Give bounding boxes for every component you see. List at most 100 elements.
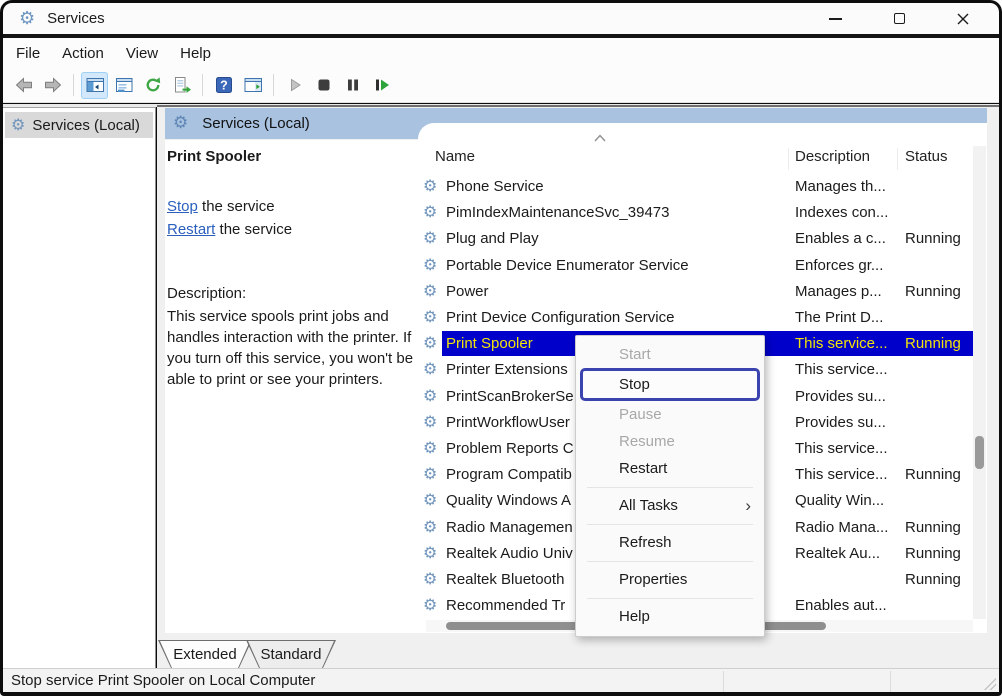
service-gear-icon: ⚙: [423, 519, 437, 535]
selected-service-title: Print Spooler: [167, 148, 261, 165]
column-header-name[interactable]: Name: [435, 148, 475, 165]
toolbar-show-hide-action-pane-button[interactable]: [239, 72, 266, 99]
service-gear-icon: ⚙: [423, 414, 437, 430]
context-menu-item-properties[interactable]: Properties: [576, 566, 764, 593]
show-hide-console-tree-icon: [85, 75, 105, 95]
toolbar-help-button[interactable]: ?: [210, 72, 237, 99]
back-icon: [14, 75, 34, 95]
service-row-pimindexmaintenancesvc-39473[interactable]: ⚙PimIndexMaintenanceSvc_39473Indexes con…: [418, 200, 973, 226]
sort-ascending-icon: [593, 134, 607, 142]
close-button[interactable]: [943, 3, 983, 34]
context-menu-separator: [587, 598, 753, 599]
services-app-icon: ⚙: [19, 10, 35, 28]
service-row-phone-service[interactable]: ⚙Phone ServiceManages th...: [418, 174, 973, 200]
context-menu-separator: [587, 524, 753, 525]
context-menu-item-pause[interactable]: Pause: [576, 401, 764, 428]
service-name: PimIndexMaintenanceSvc_39473: [446, 204, 669, 221]
tab-extended[interactable]: Extended: [158, 640, 252, 668]
forward-icon: [43, 75, 63, 95]
service-gear-icon: ⚙: [423, 335, 437, 351]
service-gear-icon: ⚙: [423, 283, 437, 299]
context-menu-item-refresh[interactable]: Refresh: [576, 529, 764, 556]
menu-bar: FileActionViewHelp: [3, 38, 999, 68]
service-name: Recommended Tr: [446, 597, 565, 614]
services-header-icon: ⚙: [173, 115, 188, 132]
restart-service-link[interactable]: Restart: [167, 221, 215, 238]
column-header-description[interactable]: Description: [795, 148, 870, 165]
menu-action[interactable]: Action: [51, 45, 115, 62]
properties-icon: [114, 75, 134, 95]
vertical-scrollbar-thumb[interactable]: [975, 436, 984, 469]
show-hide-action-pane-icon: [243, 75, 263, 95]
tree-item-label: Services (Local): [32, 117, 140, 134]
toolbar-back-button[interactable]: [10, 72, 37, 99]
minimize-button[interactable]: [815, 3, 855, 34]
vertical-scrollbar[interactable]: [973, 146, 986, 619]
service-description: The Print D...: [795, 309, 883, 326]
service-name: Print Spooler: [446, 335, 533, 352]
toolbar-pause-service-button[interactable]: [339, 72, 366, 99]
service-row-portable-device-enumerator-service[interactable]: ⚙Portable Device Enumerator ServiceEnfor…: [418, 253, 973, 279]
console-tree-panel: ⚙ Services (Local): [3, 107, 156, 668]
context-menu-item-label: All Tasks: [619, 497, 678, 514]
service-status: Running: [905, 466, 961, 483]
service-gear-icon: ⚙: [423, 571, 437, 587]
toolbar-stop-service-button[interactable]: [310, 72, 337, 99]
toolbar-export-list-button[interactable]: [168, 72, 195, 99]
service-name: Quality Windows A: [446, 492, 571, 509]
toolbar-properties-button[interactable]: [110, 72, 137, 99]
context-menu-item-all-tasks[interactable]: All Tasks›: [576, 492, 764, 519]
menu-view[interactable]: View: [115, 45, 169, 62]
service-row-plug-and-play[interactable]: ⚙Plug and PlayEnables a c...Running: [418, 226, 973, 252]
context-menu-item-start[interactable]: Start: [576, 341, 764, 368]
toolbar-forward-button[interactable]: [39, 72, 66, 99]
context-menu-item-resume[interactable]: Resume: [576, 428, 764, 455]
status-bar: Stop service Print Spooler on Local Comp…: [3, 668, 999, 692]
context-menu-item-restart[interactable]: Restart: [576, 455, 764, 482]
resize-grip[interactable]: [984, 678, 996, 690]
status-bar-divider: [723, 671, 724, 692]
window-title: Services: [47, 10, 105, 27]
service-description: Realtek Au...: [795, 545, 880, 562]
service-description-pane: Print Spooler Stop the service Restart t…: [165, 140, 418, 633]
toolbar-start-service-button[interactable]: [281, 72, 308, 99]
context-menu-separator: [587, 561, 753, 562]
service-description: Enables aut...: [795, 597, 887, 614]
extended-view-header-title: Services (Local): [202, 115, 310, 132]
column-separator[interactable]: [897, 148, 898, 170]
refresh-icon: [143, 75, 163, 95]
context-menu-item-stop[interactable]: Stop: [580, 368, 760, 401]
stop-service-icon: [314, 75, 334, 95]
service-status: Running: [905, 571, 961, 588]
context-menu-item-help[interactable]: Help: [576, 603, 764, 630]
menu-file[interactable]: File: [5, 45, 51, 62]
column-separator[interactable]: [788, 148, 789, 170]
stop-link-suffix: the service: [198, 198, 275, 215]
toolbar-restart-service-button[interactable]: [368, 72, 395, 99]
service-description: Indexes con...: [795, 204, 888, 221]
toolbar: ?: [3, 68, 999, 103]
status-bar-divider: [890, 671, 891, 692]
service-description: This service...: [795, 335, 888, 352]
maximize-button[interactable]: [879, 3, 919, 34]
service-gear-icon: ⚙: [423, 257, 437, 273]
service-name: Printer Extensions: [446, 361, 568, 378]
column-header-status[interactable]: Status: [905, 148, 948, 165]
restart-service-line: Restart the service: [167, 219, 292, 242]
service-row-power[interactable]: ⚙PowerManages p...Running: [418, 279, 973, 305]
service-description: Manages p...: [795, 283, 882, 300]
minimize-icon: [829, 18, 842, 20]
service-name: Print Device Configuration Service: [446, 309, 674, 326]
menu-help[interactable]: Help: [169, 45, 222, 62]
service-row-print-device-configuration-service[interactable]: ⚙Print Device Configuration ServiceThe P…: [418, 305, 973, 331]
toolbar-refresh-button[interactable]: [139, 72, 166, 99]
tree-item-services-local[interactable]: ⚙ Services (Local): [5, 112, 153, 138]
service-status: Running: [905, 283, 961, 300]
tab-standard[interactable]: Standard: [246, 640, 336, 668]
title-bar: ⚙ Services: [3, 3, 999, 34]
service-description: Manages th...: [795, 178, 886, 195]
help-icon: ?: [214, 75, 234, 95]
stop-service-link[interactable]: Stop: [167, 198, 198, 215]
toolbar-show-hide-console-tree-button[interactable]: [81, 72, 108, 99]
tab-extended-label: Extended: [158, 640, 252, 668]
